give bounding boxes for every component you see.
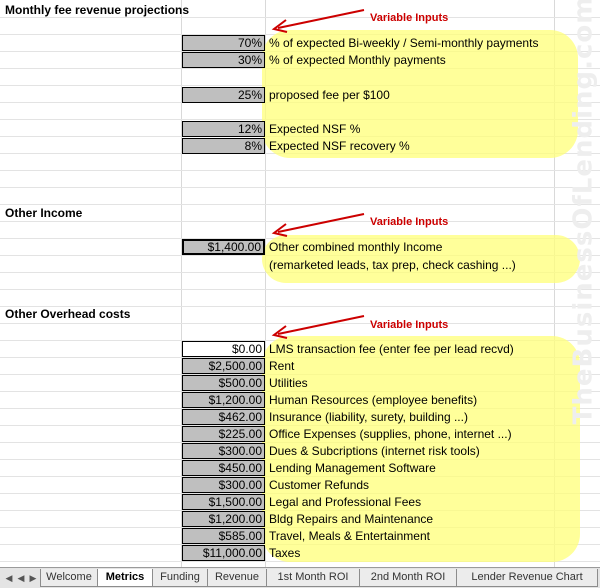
overhead-label: Travel, Meals & Entertainment	[269, 529, 430, 543]
overhead-input-cell[interactable]: $2,500.00	[182, 358, 265, 374]
overhead-label: Legal and Professional Fees	[269, 495, 422, 509]
fee-input-cell[interactable]: 8%	[182, 138, 265, 154]
grid-row-line	[0, 170, 600, 171]
tab-welcome[interactable]: Welcome	[40, 569, 98, 587]
fee-input-cell[interactable]: 70%	[182, 35, 265, 51]
overhead-label: LMS transaction fee (enter fee per lead …	[269, 342, 514, 356]
fee-input-cell[interactable]: 30%	[182, 52, 265, 68]
tab-metrics[interactable]: Metrics	[97, 569, 153, 587]
overhead-label: Rent	[269, 359, 295, 373]
variable-inputs-label: Variable Inputs	[370, 216, 449, 228]
overhead-input-cell[interactable]: $585.00	[182, 528, 265, 544]
variable-inputs-label: Variable Inputs	[370, 319, 449, 331]
overhead-input-cell[interactable]: $462.00	[182, 409, 265, 425]
income-input-cell[interactable]: $1,400.00	[182, 239, 265, 255]
overhead-input-cell[interactable]: $1,500.00	[182, 494, 265, 510]
tab-2nd-month-roi[interactable]: 2nd Month ROI	[359, 569, 457, 587]
overhead-label: Utilities	[269, 376, 308, 390]
income-sublabel: (remarketed leads, tax prep, check cashi…	[269, 258, 516, 272]
section-title-overhead: Other Overhead costs	[5, 307, 131, 321]
fee-input-label: Expected NSF %	[269, 122, 361, 136]
arrow-icon	[271, 9, 365, 33]
overhead-input-cell[interactable]: $300.00	[182, 477, 265, 493]
overhead-label: Lending Management Software	[269, 461, 436, 475]
overhead-input-cell[interactable]: $225.00	[182, 426, 265, 442]
arrow-icon	[271, 315, 365, 339]
fee-input-label: Expected NSF recovery %	[269, 139, 410, 153]
grid-row-line	[0, 187, 600, 188]
overhead-input-cell[interactable]: $500.00	[182, 375, 265, 391]
overhead-label: Bldg Repairs and Maintenance	[269, 512, 434, 526]
grid-row-line	[0, 289, 600, 290]
fee-input-cell[interactable]: 12%	[182, 121, 265, 137]
overhead-input-cell[interactable]: $1,200.00	[182, 511, 265, 527]
overhead-input-cell[interactable]: $11,000.00	[182, 545, 265, 561]
tab-lender-revenue-chart[interactable]: Lender Revenue Chart	[456, 569, 598, 587]
fee-input-label: % of expected Bi-weekly / Semi-monthly p…	[269, 36, 539, 50]
section-title-other-income: Other Income	[5, 206, 83, 220]
overhead-input-cell[interactable]: $1,200.00	[182, 392, 265, 408]
overhead-input-cell[interactable]: $300.00	[182, 443, 265, 459]
prev-sheet-icon[interactable]: ◀	[16, 572, 26, 584]
tab-funding[interactable]: Funding	[152, 569, 208, 587]
income-label: Other combined monthly Income	[269, 240, 443, 254]
tab-revenue[interactable]: Revenue	[207, 569, 267, 587]
variable-inputs-label: Variable Inputs	[370, 12, 449, 24]
arrow-icon	[271, 213, 365, 237]
overhead-label: Office Expenses (supplies, phone, intern…	[269, 427, 512, 441]
sheet-tab-bar: ◀ ◀ ▶ Welcome Metrics Funding Revenue 1s…	[0, 567, 600, 588]
overhead-input-cell[interactable]: $0.00	[182, 341, 265, 357]
section-title-monthly-fee: Monthly fee revenue projections	[5, 3, 190, 17]
overhead-label: Taxes	[269, 546, 301, 560]
first-sheet-icon[interactable]: ◀	[4, 572, 14, 584]
overhead-label: Customer Refunds	[269, 478, 370, 492]
overhead-label: Insurance (liability, surety, building .…	[269, 410, 468, 424]
overhead-input-cell[interactable]: $450.00	[182, 460, 265, 476]
overhead-label: Dues & Subcriptions (internet risk tools…	[269, 444, 480, 458]
watermark: TheBusinessOfLending.com	[568, 0, 599, 425]
fee-input-label: % of expected Monthly payments	[269, 53, 446, 67]
tab-1st-month-roi[interactable]: 1st Month ROI	[266, 569, 360, 587]
next-sheet-icon[interactable]: ▶	[28, 572, 38, 584]
fee-input-label: proposed fee per $100	[269, 88, 390, 102]
overhead-label: Human Resources (employee benefits)	[269, 393, 478, 407]
fee-input-cell[interactable]: 25%	[182, 87, 265, 103]
grid-row-line	[0, 204, 600, 205]
